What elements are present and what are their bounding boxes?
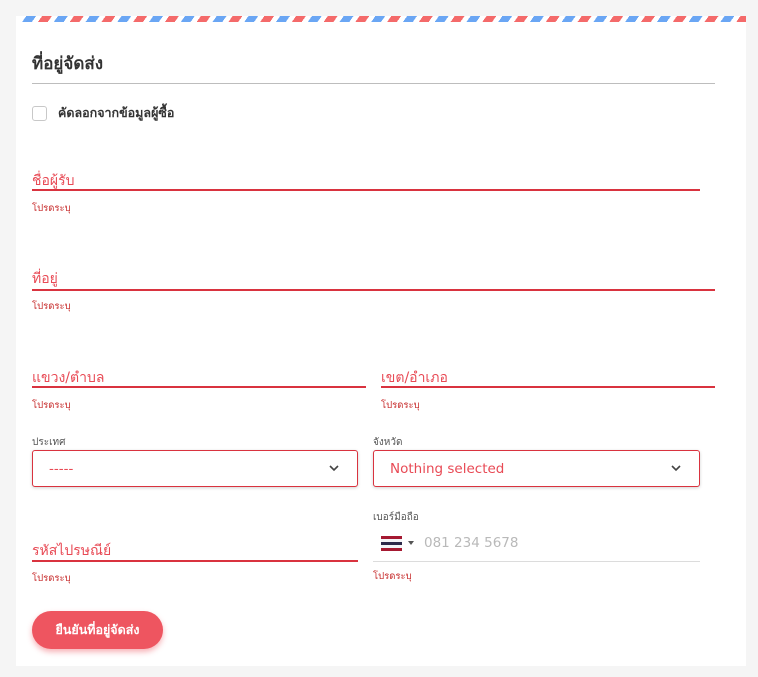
thailand-flag-icon[interactable]: [381, 536, 402, 551]
recipient-name-field[interactable]: ชื่อผู้รับ: [32, 168, 700, 194]
province-select[interactable]: Nothing selected: [373, 450, 700, 487]
airmail-stripe-border: [22, 16, 746, 22]
subdistrict-underline: [32, 386, 366, 388]
address-field[interactable]: ที่อยู่: [32, 266, 715, 292]
postcode-underline: [32, 560, 358, 562]
chevron-down-icon: [329, 465, 339, 472]
postcode-error: โปรดระบุ: [32, 573, 71, 584]
district-error: โปรดระบุ: [381, 400, 420, 411]
copy-buyer-row[interactable]: คัดลอกจากข้อมูลผู้ซื้อ: [32, 103, 174, 123]
chevron-down-icon: [671, 465, 681, 472]
title-divider: [32, 83, 715, 84]
province-label: จังหวัด: [373, 437, 403, 448]
recipient-name-underline: [32, 189, 700, 191]
province-selected-value: Nothing selected: [390, 461, 505, 477]
district-underline: [381, 386, 715, 388]
address-label: ที่อยู่: [32, 271, 58, 287]
subdistrict-field[interactable]: แขวง/ตำบล: [32, 365, 366, 391]
address-error: โปรดระบุ: [32, 301, 71, 312]
postcode-label: รหัสไปรษณีย์: [32, 543, 112, 559]
mobile-input[interactable]: [424, 533, 684, 553]
confirm-shipping-address-button[interactable]: ยืนยันที่อยู่จัดส่ง: [32, 611, 163, 649]
country-select[interactable]: -----: [32, 450, 358, 487]
postcode-field[interactable]: รหัสไปรษณีย์: [32, 538, 358, 564]
section-title: ที่อยู่จัดส่ง: [32, 54, 104, 74]
country-label: ประเทศ: [32, 437, 66, 448]
mobile-field: [373, 530, 700, 562]
country-selected-value: -----: [49, 461, 74, 477]
country-code-caret-icon[interactable]: [408, 541, 414, 545]
recipient-name-error: โปรดระบุ: [32, 203, 71, 214]
copy-buyer-checkbox[interactable]: [32, 105, 47, 121]
district-field[interactable]: เขต/อำเภอ: [381, 365, 715, 391]
copy-buyer-label: คัดลอกจากข้อมูลผู้ซื้อ: [58, 105, 175, 120]
mobile-error: โปรดระบุ: [373, 571, 412, 582]
mobile-label: เบอร์มือถือ: [373, 512, 419, 523]
subdistrict-error: โปรดระบุ: [32, 400, 71, 411]
address-underline: [32, 289, 715, 291]
